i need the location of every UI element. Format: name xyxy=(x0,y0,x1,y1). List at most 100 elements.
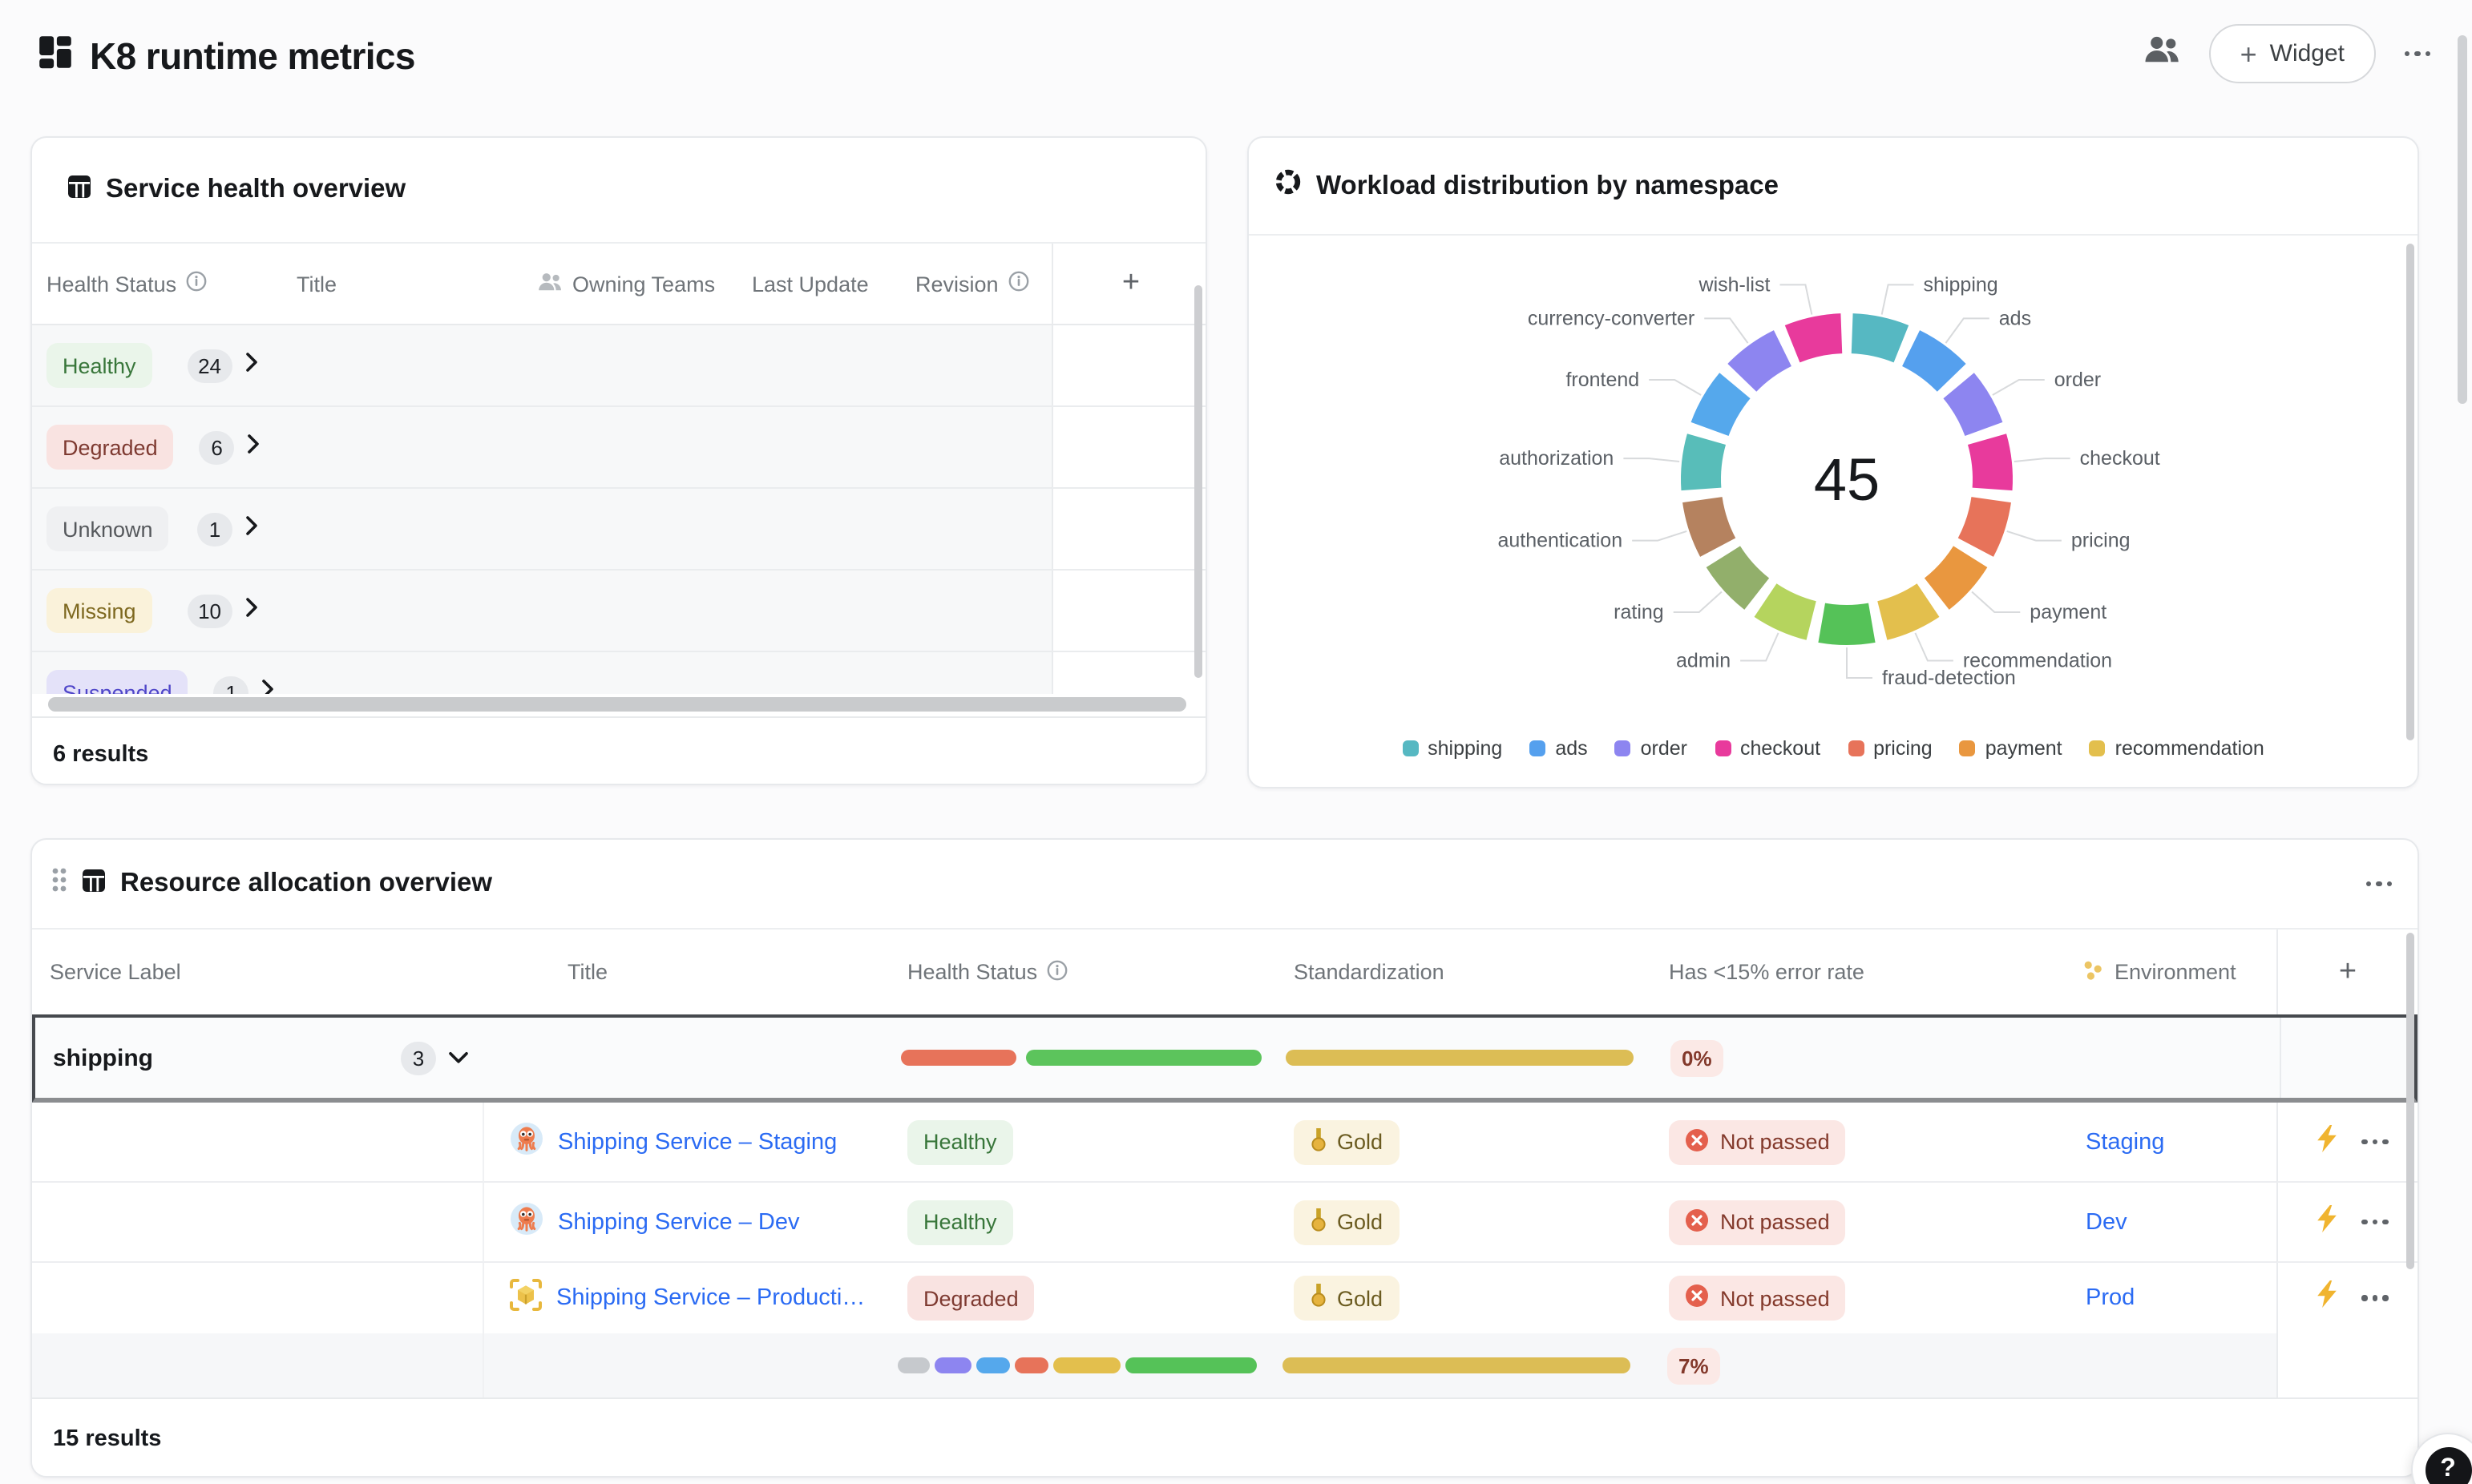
group-row-degraded[interactable]: Degraded 6 xyxy=(32,407,1206,489)
donut-segment-pricing[interactable] xyxy=(1976,500,1991,548)
group-row-suspended[interactable]: Suspended1 xyxy=(32,652,1206,694)
table-icon xyxy=(67,174,91,206)
donut-segment-checkout[interactable] xyxy=(1987,439,1993,489)
donut-center-total: 45 xyxy=(1814,446,1880,513)
info-icon[interactable] xyxy=(1047,959,1068,985)
column-header-environment[interactable]: Environment xyxy=(2033,930,2276,1014)
legend-item-ads[interactable]: ads xyxy=(1529,737,1587,760)
column-header-revision[interactable]: Revision xyxy=(899,244,1052,324)
donut-segment-currency-converter[interactable] xyxy=(1742,349,1783,378)
column-header-service-label[interactable]: Service Label xyxy=(32,930,484,1014)
donut-segment-shipping[interactable] xyxy=(1852,333,1901,344)
workload-distribution-card: Workload distribution by namespace 45 sh… xyxy=(1247,136,2419,788)
legend-swatch xyxy=(1402,740,1418,756)
vertical-scrollbar[interactable] xyxy=(2406,933,2414,1269)
vertical-scrollbar[interactable] xyxy=(1194,285,1202,678)
vertical-scrollbar[interactable] xyxy=(2406,244,2414,740)
group-count: 6 xyxy=(200,430,235,464)
chevron-right-icon[interactable] xyxy=(248,433,261,462)
chevron-right-icon[interactable] xyxy=(245,351,258,380)
donut-leader-line xyxy=(1740,633,1778,661)
service-link[interactable]: Shipping Service – Producti… xyxy=(556,1285,865,1311)
add-column-button[interactable]: + xyxy=(1052,244,1207,324)
shared-users-icon[interactable] xyxy=(2144,35,2181,72)
row-menu-button[interactable] xyxy=(2361,1139,2388,1145)
table-icon xyxy=(82,868,106,900)
column-header-title[interactable]: Title xyxy=(276,244,531,324)
donut-segment-wish-list[interactable] xyxy=(1792,333,1841,344)
card-title: Workload distribution by namespace xyxy=(1316,171,1779,201)
add-widget-button[interactable]: + Widget xyxy=(2210,24,2375,83)
page-menu-button[interactable] xyxy=(2404,51,2430,57)
column-header-standardization[interactable]: Standardization xyxy=(1260,930,1638,1014)
chevron-right-icon[interactable] xyxy=(262,678,275,694)
environment-link[interactable]: Prod xyxy=(2086,1285,2135,1311)
donut-segment-order[interactable] xyxy=(1959,385,1984,429)
donut-segment-frontend[interactable] xyxy=(1710,385,1735,429)
group-row-shipping[interactable]: shipping 3 0% xyxy=(32,1014,2417,1103)
table-row-shipping-staging[interactable]: Shipping Service – Staging Healthy Gold … xyxy=(32,1103,2417,1183)
horizontal-scrollbar[interactable] xyxy=(32,694,1206,716)
legend-item-checkout[interactable]: checkout xyxy=(1715,737,1820,760)
service-link[interactable]: Shipping Service – Dev xyxy=(558,1209,799,1235)
actions-bolt-icon[interactable] xyxy=(2316,1280,2337,1316)
workload-donut-chart[interactable]: 45 shippingadsordercheckoutpricingpaymen… xyxy=(1249,236,2417,736)
donut-leader-line xyxy=(2007,531,2062,541)
legend-swatch xyxy=(1715,740,1731,756)
argocd-octopus-icon xyxy=(510,1121,543,1163)
legend-swatch xyxy=(1848,740,1864,756)
legend-item-pricing[interactable]: pricing xyxy=(1848,737,1933,760)
info-icon[interactable] xyxy=(186,271,207,296)
group-row-unknown[interactable]: Unknown1 xyxy=(32,489,1206,571)
add-column-button[interactable]: + xyxy=(2276,930,2417,1014)
table-row-shipping-production[interactable]: Shipping Service – Producti… Degraded Go… xyxy=(32,1263,2417,1333)
donut-segment-authorization[interactable] xyxy=(1701,439,1707,489)
chevron-down-icon[interactable] xyxy=(449,1043,468,1072)
page-header: K8 runtime metrics + Widget xyxy=(0,0,2472,112)
drag-handle-icon[interactable] xyxy=(51,867,67,901)
status-badge: Degraded xyxy=(46,425,174,470)
legend-item-recommendation[interactable]: recommendation xyxy=(2090,737,2264,760)
argocd-octopus-icon xyxy=(510,1201,543,1243)
results-count: 15 results xyxy=(32,1397,2417,1478)
actions-bolt-icon[interactable] xyxy=(2316,1124,2337,1159)
column-header-owning-teams[interactable]: Owning Teams xyxy=(531,244,731,324)
donut-label-order: order xyxy=(2054,369,2101,391)
column-header-title[interactable]: Title xyxy=(484,930,875,1014)
donut-segment-payment[interactable] xyxy=(1937,557,1970,595)
donut-segment-fraud-detection[interactable] xyxy=(1822,623,1872,625)
bar-segment xyxy=(1015,1357,1048,1373)
group-row-healthy[interactable]: Healthy24 xyxy=(32,325,1206,407)
legend-item-order[interactable]: order xyxy=(1615,737,1687,760)
donut-segment-ads[interactable] xyxy=(1911,349,1952,378)
column-header-error-rate[interactable]: Has <15% error rate xyxy=(1638,930,2033,1014)
actions-bolt-icon[interactable] xyxy=(2316,1204,2337,1240)
row-menu-button[interactable] xyxy=(2361,1220,2388,1225)
donut-segment-authentication[interactable] xyxy=(1703,500,1718,548)
group-count: 10 xyxy=(187,594,232,627)
group-count: 1 xyxy=(197,512,232,546)
service-link[interactable]: Shipping Service – Staging xyxy=(558,1129,837,1155)
column-header-health-status[interactable]: Health Status xyxy=(875,930,1260,1014)
donut-segment-admin[interactable] xyxy=(1765,600,1811,620)
widget-menu-button[interactable] xyxy=(2365,881,2392,887)
group-row-missing[interactable]: Missing10 xyxy=(32,571,1206,652)
donut-segment-rating[interactable] xyxy=(1723,557,1757,595)
chevron-right-icon[interactable] xyxy=(245,596,258,625)
column-header-health-status[interactable]: Health Status xyxy=(32,244,276,324)
error-rate-badge: 7% xyxy=(1667,1347,1720,1384)
cross-circle-icon xyxy=(1685,1127,1709,1156)
column-header-last-update[interactable]: Last Update xyxy=(731,244,899,324)
chevron-right-icon[interactable] xyxy=(245,514,258,543)
info-icon[interactable] xyxy=(1008,271,1029,296)
help-button[interactable]: ? xyxy=(2411,1433,2472,1484)
donut-leader-line xyxy=(1945,318,1989,343)
environment-link[interactable]: Staging xyxy=(2086,1129,2164,1155)
legend-item-payment[interactable]: payment xyxy=(1960,737,2062,760)
donut-segment-recommendation[interactable] xyxy=(1882,600,1928,620)
page-scrollbar[interactable] xyxy=(2458,35,2467,404)
table-row-shipping-dev[interactable]: Shipping Service – Dev Healthy Gold Not … xyxy=(32,1183,2417,1263)
row-menu-button[interactable] xyxy=(2361,1296,2388,1301)
legend-item-shipping[interactable]: shipping xyxy=(1402,737,1502,760)
environment-link[interactable]: Dev xyxy=(2086,1209,2127,1235)
